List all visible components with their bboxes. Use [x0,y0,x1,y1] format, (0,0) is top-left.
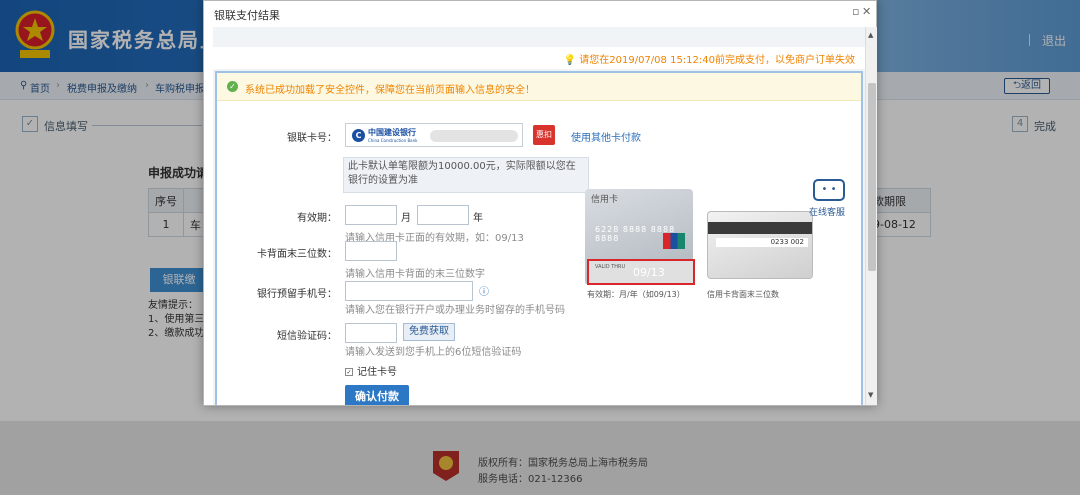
cvv-example: 0233 002 [716,238,808,247]
use-other-card-link[interactable]: 使用其他卡付款 [571,129,641,144]
online-service-label: 在线客服 [809,208,846,218]
bank-name-en: China Construction Bank [368,138,418,143]
modal-scrollbar[interactable]: ▲ ▼ [865,27,877,405]
remember-card-checkbox[interactable]: ✓ 记住卡号 [345,363,397,378]
unionpay-logo-icon [663,233,685,249]
scroll-down-icon[interactable]: ▼ [868,391,873,399]
expiry-caption: 有效期：月/年（如09/13） [587,290,685,299]
security-notice: 系统已成功加载了安全控件，保障您在当前页面输入信息的安全！ [245,85,535,96]
checkbox-icon: ✓ [345,368,353,376]
expiry-year-input[interactable] [417,205,469,225]
expiry-label: 有效期： [297,213,337,224]
cvv-caption: 信用卡背面末三位数 [707,290,779,299]
maximize-icon[interactable]: ▫ [852,5,859,18]
discount-badge: 惠扣 [533,125,555,145]
payment-form-panel: ✓ 系统已成功加载了安全控件，保障您在当前页面输入信息的安全！ 银联卡号： C … [215,71,863,405]
phone-label: 银行预留手机号： [257,289,337,300]
bank-name: 中国建设银行 [368,128,416,137]
phone-hint: 请输入您在银行开户或办理业务时留存的手机号码 [345,305,565,316]
scroll-thumb[interactable] [868,83,876,271]
scroll-up-icon[interactable]: ▲ [868,31,873,39]
card-number-label: 银联卡号： [287,133,337,144]
ccb-logo-icon: C [352,129,365,142]
deadline-notice: 💡 请您在2019/07/08 15:12:40前完成支付，以免商户订单失效 [563,55,855,66]
year-unit: 年 [473,213,483,224]
payment-modal: 银联支付结果 ▫ ✕ 💡 请您在2019/07/08 15:12:40前完成支付… [203,0,877,406]
deadline-bar: 💡 请您在2019/07/08 15:12:40前完成支付，以免商户订单失效 [213,47,865,69]
card-limit-tip: 此卡默认单笔限额为10000.00元，实际限额以您在银行的设置为准 [343,157,589,193]
close-icon[interactable]: ✕ [862,5,871,18]
send-sms-button[interactable]: 免费获取 [403,323,455,341]
security-notice-bar: ✓ 系统已成功加载了安全控件，保障您在当前页面输入信息的安全！ [217,73,861,101]
cvv-hint: 请输入信用卡背面的末三位数字 [345,269,485,280]
sms-hint: 请输入发送到您手机上的6位短信验证码 [345,347,522,358]
modal-title: 银联支付结果 [214,9,280,22]
sms-label: 短信验证码： [277,331,337,342]
month-unit: 月 [401,213,411,224]
lightbulb-icon: 💡 [563,55,577,66]
cvv-label: 卡背面末三位数： [257,249,337,260]
card-front-label: 信用卡 [591,195,619,205]
modal-content: 💡 请您在2019/07/08 15:12:40前完成支付，以免商户订单失效 ✓… [213,27,865,405]
expiry-example: 09/13 [633,266,665,279]
magnetic-stripe [708,222,812,234]
expiry-month-input[interactable] [345,205,397,225]
confirm-payment-button[interactable]: 确认付款 [345,385,409,405]
expiry-highlight: VALID THRU 09/13 [587,259,695,285]
masked-card-number [430,130,518,142]
cvv-input[interactable] [345,241,397,261]
sms-code-input[interactable] [345,323,397,343]
check-circle-icon: ✓ [227,81,238,92]
valid-thru-label: VALID THRU [595,264,626,270]
phone-input[interactable] [345,281,473,301]
credit-card-back-illustration: 0233 002 [707,211,813,279]
question-icon[interactable]: ⓘ [479,283,489,298]
chat-face-icon: • • [813,179,845,201]
bank-card-selector[interactable]: C 中国建设银行 China Construction Bank [345,123,523,147]
